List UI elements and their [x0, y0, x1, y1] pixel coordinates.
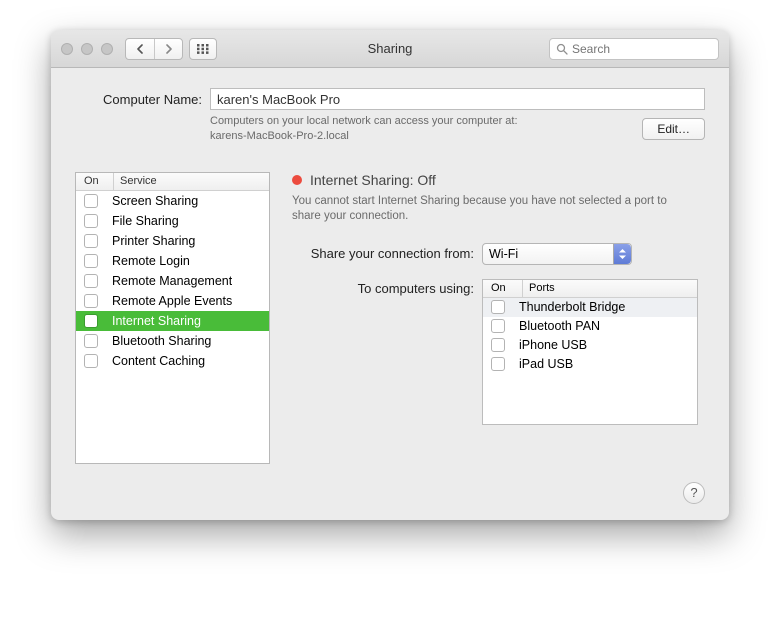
port-checkbox[interactable] [491, 357, 505, 371]
search-input[interactable] [572, 42, 712, 56]
service-label: Printer Sharing [112, 234, 195, 248]
port-row[interactable]: Thunderbolt Bridge [483, 298, 697, 317]
service-list: On Service Screen Sharing File Sharing Pri… [75, 172, 270, 464]
share-from-select[interactable]: Wi-Fi [482, 243, 632, 265]
ports-table: On Ports Thunderbolt Bridge Bluetooth PAN… [482, 279, 698, 425]
service-label: File Sharing [112, 214, 179, 228]
computer-name-hint-row: Computers on your local network can acce… [75, 114, 705, 144]
titlebar: Sharing [51, 30, 729, 68]
service-row[interactable]: Printer Sharing [76, 231, 269, 251]
detail-pane: Internet Sharing: Off You cannot start I… [292, 172, 705, 464]
status-warning: You cannot start Internet Sharing becaus… [292, 194, 692, 225]
service-checkbox[interactable] [84, 294, 98, 308]
port-checkbox[interactable] [491, 338, 505, 352]
close-window-button[interactable] [61, 43, 73, 55]
service-checkbox[interactable] [84, 314, 98, 328]
service-list-header: On Service [76, 173, 269, 191]
ports-row: To computers using: On Ports Thunderbolt… [292, 279, 705, 425]
service-label: Internet Sharing [112, 314, 201, 328]
ports-body: Thunderbolt Bridge Bluetooth PAN iPhone US… [483, 298, 697, 374]
port-row[interactable]: iPhone USB [483, 336, 697, 355]
port-label: Bluetooth PAN [519, 319, 600, 333]
service-label: Bluetooth Sharing [112, 334, 211, 348]
to-computers-label: To computers using: [292, 279, 482, 425]
status-title: Internet Sharing: Off [310, 172, 436, 188]
search-icon [556, 43, 568, 55]
ports-header-ports: Ports [523, 280, 697, 297]
back-button[interactable] [126, 39, 154, 59]
service-label: Remote Apple Events [112, 294, 232, 308]
search-field-wrap [549, 38, 719, 60]
grid-icon [197, 44, 209, 54]
service-list-body: Screen Sharing File Sharing Printer Sharin… [76, 191, 269, 463]
service-header-service: Service [114, 173, 269, 190]
share-from-label: Share your connection from: [292, 246, 482, 261]
nav-buttons [125, 38, 183, 60]
forward-button[interactable] [154, 39, 182, 59]
service-row[interactable]: Content Caching [76, 351, 269, 371]
service-checkbox[interactable] [84, 274, 98, 288]
computer-name-input[interactable] [210, 88, 705, 110]
port-label: iPhone USB [519, 338, 587, 352]
footer: ? [51, 482, 729, 520]
service-row[interactable]: Remote Login [76, 251, 269, 271]
service-checkbox[interactable] [84, 194, 98, 208]
chevron-left-icon [136, 44, 145, 54]
service-label: Content Caching [112, 354, 205, 368]
service-row[interactable]: Remote Apple Events [76, 291, 269, 311]
edit-button[interactable]: Edit… [642, 118, 705, 140]
port-checkbox[interactable] [491, 300, 505, 314]
computer-name-row: Computer Name: [75, 88, 705, 110]
port-label: iPad USB [519, 357, 573, 371]
port-checkbox[interactable] [491, 319, 505, 333]
service-checkbox[interactable] [84, 214, 98, 228]
service-checkbox[interactable] [84, 234, 98, 248]
service-row[interactable]: File Sharing [76, 211, 269, 231]
service-label: Screen Sharing [112, 194, 198, 208]
help-button[interactable]: ? [683, 482, 705, 504]
service-row[interactable]: Screen Sharing [76, 191, 269, 211]
status-line: Internet Sharing: Off [292, 172, 705, 188]
share-from-value: Wi-Fi [489, 247, 518, 261]
computer-name-hint: Computers on your local network can acce… [210, 114, 642, 144]
port-row[interactable]: iPad USB [483, 355, 697, 374]
minimize-window-button[interactable] [81, 43, 93, 55]
port-label: Thunderbolt Bridge [519, 300, 625, 314]
split: On Service Screen Sharing File Sharing Pri… [75, 172, 705, 464]
window-controls [61, 43, 113, 55]
chevron-right-icon [164, 44, 173, 54]
computer-name-label: Computer Name: [75, 92, 210, 107]
ports-header: On Ports [483, 280, 697, 298]
zoom-window-button[interactable] [101, 43, 113, 55]
service-row[interactable]: Internet Sharing [76, 311, 269, 331]
show-all-button[interactable] [189, 38, 217, 60]
share-from-row: Share your connection from: Wi-Fi [292, 243, 705, 265]
service-row[interactable]: Remote Management [76, 271, 269, 291]
ports-header-on: On [483, 280, 523, 297]
port-row[interactable]: Bluetooth PAN [483, 317, 697, 336]
status-dot-icon [292, 175, 302, 185]
service-header-on: On [76, 173, 114, 190]
service-label: Remote Management [112, 274, 232, 288]
select-caret-icon [613, 244, 631, 264]
service-checkbox[interactable] [84, 334, 98, 348]
sharing-window: Sharing Computer Name: Computers on your… [51, 30, 729, 520]
service-label: Remote Login [112, 254, 190, 268]
service-row[interactable]: Bluetooth Sharing [76, 331, 269, 351]
content: Computer Name: Computers on your local n… [51, 68, 729, 482]
service-checkbox[interactable] [84, 254, 98, 268]
service-checkbox[interactable] [84, 354, 98, 368]
